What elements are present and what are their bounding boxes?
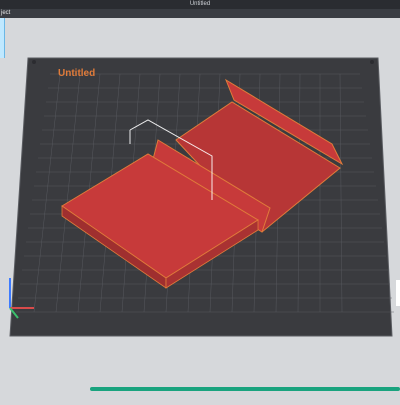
- menu-bar: ject: [0, 9, 400, 18]
- build-plate-scene[interactable]: Untitled: [0, 18, 400, 400]
- plate-label: Untitled: [58, 68, 95, 79]
- 3d-viewport[interactable]: Untitled: [0, 18, 400, 400]
- window-title: Untitled: [189, 1, 211, 7]
- plate-corner-mark: [370, 60, 374, 64]
- menu-item-project[interactable]: ject: [0, 9, 10, 18]
- bottom-progress-bar: [90, 387, 400, 391]
- right-panel-handle[interactable]: [396, 280, 400, 306]
- plate-corner-mark: [32, 60, 36, 64]
- title-bar: Untitled: [0, 0, 400, 9]
